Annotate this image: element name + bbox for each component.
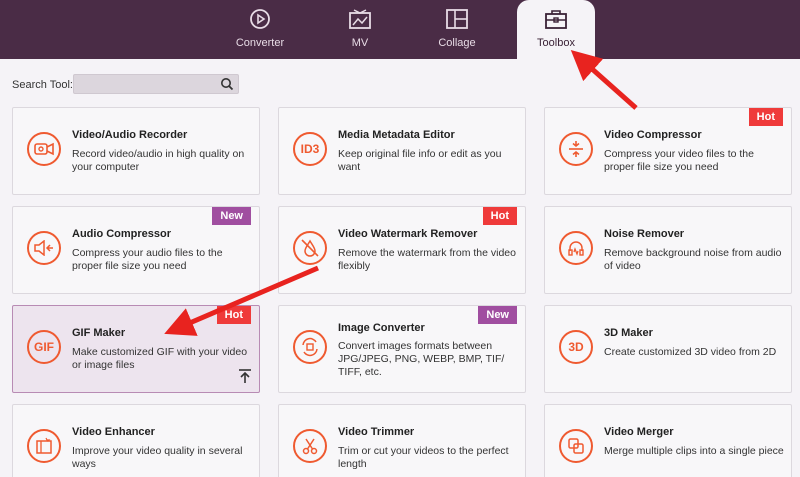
tab-label: Toolbox: [537, 37, 575, 49]
tool-title: Video Merger: [604, 426, 674, 438]
tool-card-image-converter[interactable]: New Image Converter Convert images forma…: [278, 305, 526, 393]
tool-card-audio-compressor[interactable]: New Audio Compressor Compress your audio…: [12, 206, 260, 294]
tool-title: Media Metadata Editor: [338, 129, 455, 141]
id3-icon: ID3: [293, 132, 327, 166]
tool-title: Video Compressor: [604, 129, 702, 141]
tab-label: Collage: [438, 37, 476, 49]
top-nav-bar: Converter MV Collage Toolbox: [0, 0, 800, 59]
tool-description: Remove the watermark from the video flex…: [338, 247, 516, 272]
tab-label: Converter: [235, 37, 285, 49]
recorder-icon: [27, 132, 61, 166]
tool-title: Noise Remover: [604, 228, 685, 240]
arrow-to-toolbox: [570, 50, 638, 110]
noise-icon: [559, 231, 593, 265]
tool-title: 3D Maker: [604, 327, 653, 339]
search-input[interactable]: [74, 76, 214, 94]
tool-card-video-trimmer[interactable]: Video Trimmer Trim or cut your videos to…: [278, 404, 526, 477]
tool-card-video-merger[interactable]: Video Merger Merge multiple clips into a…: [544, 404, 792, 477]
collage-icon: [445, 7, 469, 31]
tool-description: Convert images formats between JPG/JPEG,…: [338, 340, 505, 378]
tool-card-video-enhancer[interactable]: Video Enhancer Improve your video qualit…: [12, 404, 260, 477]
mv-icon: [348, 7, 372, 31]
tool-description: Improve your video quality in several wa…: [72, 445, 243, 470]
tool-description: Remove background noise from audio of vi…: [604, 247, 782, 272]
tool-title: Audio Compressor: [72, 228, 172, 240]
toolbox-icon: [544, 7, 568, 31]
audio-compress-icon: [27, 231, 61, 265]
3d-icon: 3D: [559, 330, 593, 364]
compress-icon: [559, 132, 593, 166]
tool-description: Compress your audio files to the proper …: [72, 247, 223, 272]
tool-title: Video Enhancer: [72, 426, 155, 438]
tool-description: Record video/audio in high quality on yo…: [72, 148, 245, 173]
tool-title: Video Trimmer: [338, 426, 415, 438]
hot-badge: Hot: [748, 108, 783, 126]
search-box[interactable]: [73, 74, 239, 94]
tab-toolbox[interactable]: Toolbox: [517, 0, 595, 59]
tool-card-media-metadata-editor[interactable]: ID3 Media Metadata Editor Keep original …: [278, 107, 526, 195]
tab-converter[interactable]: Converter: [220, 0, 300, 59]
tool-title: Video Watermark Remover: [338, 228, 478, 240]
hot-badge: Hot: [482, 207, 517, 225]
tool-card-video-compressor[interactable]: Hot Video Compressor Compress your video…: [544, 107, 792, 195]
hot-badge: Hot: [216, 306, 251, 324]
pin-to-top-icon[interactable]: [237, 368, 253, 384]
tool-card-3d-maker[interactable]: 3D 3D Maker Create customized 3D video f…: [544, 305, 792, 393]
image-convert-icon: [293, 330, 327, 364]
tool-description: Keep original file info or edit as you w…: [338, 148, 502, 173]
tool-description: Trim or cut your videos to the perfect l…: [338, 445, 509, 470]
search-icon[interactable]: [220, 77, 234, 91]
tool-title: Video/Audio Recorder: [72, 129, 188, 141]
scissors-icon: [293, 429, 327, 463]
enhancer-icon: [27, 429, 61, 463]
tool-description: Merge multiple clips into a single piece: [604, 445, 784, 457]
tool-card-gif-maker[interactable]: Hot GIF GIF Maker Make customized GIF wi…: [12, 305, 260, 393]
gif-icon: GIF: [27, 330, 61, 364]
new-badge: New: [212, 207, 251, 225]
tab-mv[interactable]: MV: [320, 0, 400, 59]
tool-description: Compress your video files to the proper …: [604, 148, 754, 173]
watermark-icon: [293, 231, 327, 265]
search-label: Search Tool:: [12, 79, 73, 91]
tool-card-noise-remover[interactable]: Noise Remover Remove background noise fr…: [544, 206, 792, 294]
tab-collage[interactable]: Collage: [417, 0, 497, 59]
tool-description: Create customized 3D video from 2D: [604, 346, 777, 358]
converter-icon: [248, 7, 272, 31]
tab-label: MV: [351, 37, 369, 49]
merge-icon: [559, 429, 593, 463]
tool-card-video-audio-recorder[interactable]: Video/Audio Recorder Record video/audio …: [12, 107, 260, 195]
new-badge: New: [478, 306, 517, 324]
tool-title: GIF Maker: [72, 327, 126, 339]
tool-description: Make customized GIF with your video or i…: [72, 346, 248, 371]
tool-title: Image Converter: [338, 322, 425, 334]
tool-card-video-watermark-remover[interactable]: Hot Video Watermark Remover Remove the w…: [278, 206, 526, 294]
